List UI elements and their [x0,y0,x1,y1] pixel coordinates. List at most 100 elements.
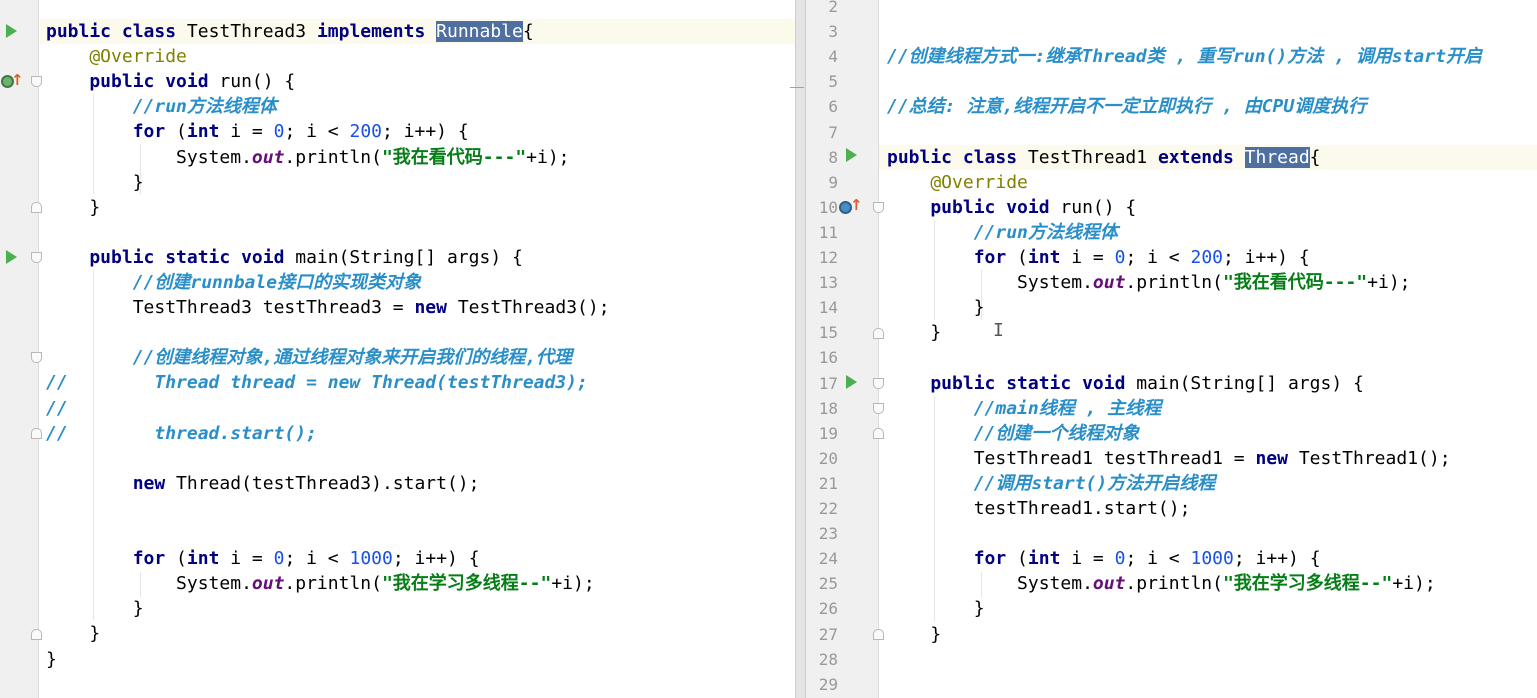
line-number: 27 [818,624,838,644]
code-line[interactable]: //创建runnbale接口的实现类对象 [46,270,421,295]
line-number: 20 [818,448,838,468]
code-token: System. [46,573,252,595]
code-line[interactable]: System.out.println("我在看代码---"+i); [46,145,569,170]
code-line[interactable]: } [887,622,941,647]
code-token: public void [887,196,1061,218]
code-line[interactable]: for (int i = 0; i < 200; i++) { [46,119,469,144]
line-number: 18 [818,398,838,418]
line-number: 13 [818,273,838,293]
code-line[interactable]: } [46,596,144,621]
fold-marker-icon[interactable] [31,352,42,363]
code-line[interactable]: // thread.start(); [46,421,317,446]
code-line[interactable]: testThread1.start(); [887,496,1191,521]
code-line[interactable]: for (int i = 0; i < 200; i++) { [887,245,1310,270]
code-token: new [414,297,458,319]
code-line[interactable]: //创建线程对象,通过线程对象来开启我们的线程,代理 [46,345,572,370]
code-line[interactable]: //run方法线程体 [46,94,277,119]
code-line[interactable]: //run方法线程体 [887,220,1118,245]
code-line[interactable]: TestThread3 testThread3 = new TestThread… [46,295,610,320]
line-number: 11 [818,222,838,242]
code-token: ; i++) { [1223,247,1310,268]
line-number: 14 [818,298,838,318]
code-line[interactable]: //创建线程方式一:继承Thread类 , 重写run()方法 , 调用star… [887,44,1482,69]
code-line[interactable]: TestThread1 testThread1 = new TestThread… [887,446,1451,471]
fold-marker-icon[interactable] [31,76,42,87]
code-token: ; i < [284,548,350,570]
code-line[interactable]: public class TestThread1 extends Thread{ [887,145,1321,170]
left-editor-pane[interactable]: ↑ public class TestThread3 implements Ru… [0,0,806,698]
line-number: 2 [828,0,838,16]
line-number: 24 [818,549,838,569]
code-token: i = [1071,247,1115,268]
code-line[interactable]: public void run() { [46,69,295,94]
code-token: 0 [1114,548,1126,570]
code-token: ; i < [284,121,350,143]
left-gutter[interactable] [0,0,39,698]
line-number: 10 [818,197,838,217]
code-token: +i); [1367,272,1411,294]
code-line[interactable]: // Thread thread = new Thread(testThread… [46,370,588,395]
code-line[interactable]: for (int i = 0; i < 1000; i++) { [46,546,480,571]
code-line[interactable]: //main线程 , 主线程 [887,396,1162,421]
code-token: TestThread3 [186,21,317,42]
code-line[interactable]: } [887,320,941,345]
fold-marker-icon[interactable] [31,202,42,213]
code-line[interactable]: System.out.println("我在学习多线程--"+i); [887,571,1436,596]
code-line[interactable]: public class TestThread3 implements Runn… [46,19,534,44]
code-line[interactable]: for (int i = 0; i < 1000; i++) { [887,546,1321,571]
code-token: } [887,598,985,620]
fold-marker-icon[interactable] [31,629,42,640]
code-line[interactable]: } [46,647,57,672]
line-number: 7 [828,122,838,142]
run-icon[interactable] [6,250,17,264]
code-line[interactable]: // [46,396,68,421]
code-line[interactable]: @Override [46,44,187,69]
code-line[interactable]: public static void main(String[] args) { [887,371,1363,396]
code-line[interactable]: //调用start()方法开启线程 [887,471,1216,496]
fold-marker-icon[interactable] [873,428,884,439]
code-token: run() { [1060,196,1137,218]
code-line[interactable]: @Override [887,170,1028,195]
code-token: public static void [46,246,296,268]
fold-marker-icon[interactable] [873,328,884,339]
run-icon[interactable] [846,148,857,162]
fold-marker-icon[interactable] [31,428,42,439]
code-token: //调用start()方法开启线程 [887,472,1216,494]
code-token: ; i++) { [382,121,469,143]
code-line[interactable]: } [46,195,100,220]
code-token: new [1255,447,1299,469]
fold-marker-icon[interactable] [873,629,884,640]
fold-marker-icon[interactable] [31,252,42,263]
code-token: out [251,573,285,595]
code-token: TestThread1(); [1298,447,1451,469]
code-token: public static void [887,372,1137,394]
code-token: extends [1157,146,1245,168]
code-line[interactable]: } [887,596,985,621]
code-line[interactable]: //总结: 注意,线程开启不一定立即执行 , 由CPU调度执行 [887,94,1366,119]
code-token: ; i < [1125,548,1191,570]
code-token: run() { [219,71,296,93]
code-line[interactable]: public static void main(String[] args) { [46,245,522,270]
right-editor-pane[interactable]: ↑ 2 3 4 5 6 7 8 9 10 11 12 13 14 15 16 17 18 19 20 21 22 23 24… [806,0,1537,698]
fold-marker-icon[interactable] [873,202,884,213]
code-line[interactable]: System.out.println("我在学习多线程--"+i); [46,571,595,596]
code-line[interactable]: } [887,295,985,320]
code-line[interactable]: } [46,170,144,195]
code-token: } [887,297,985,319]
code-token: { [1309,146,1321,168]
line-number: 21 [818,473,838,493]
run-icon[interactable] [6,24,17,38]
code-line[interactable]: } [46,621,100,646]
code-line[interactable]: System.out.println("我在看代码---"+i); [887,270,1411,295]
fold-marker-icon[interactable] [873,403,884,414]
split-divider[interactable] [795,0,806,698]
code-token: .println( [284,573,382,595]
line-number: 15 [818,323,838,343]
up-arrow-icon: ↑ [11,71,24,89]
code-token: public void [46,71,220,93]
code-line[interactable]: public void run() { [887,195,1136,220]
run-icon[interactable] [846,375,857,389]
code-line[interactable]: //创建一个线程对象 [887,421,1140,446]
code-line[interactable]: new Thread(testThread3).start(); [46,471,480,496]
fold-marker-icon[interactable] [873,378,884,389]
